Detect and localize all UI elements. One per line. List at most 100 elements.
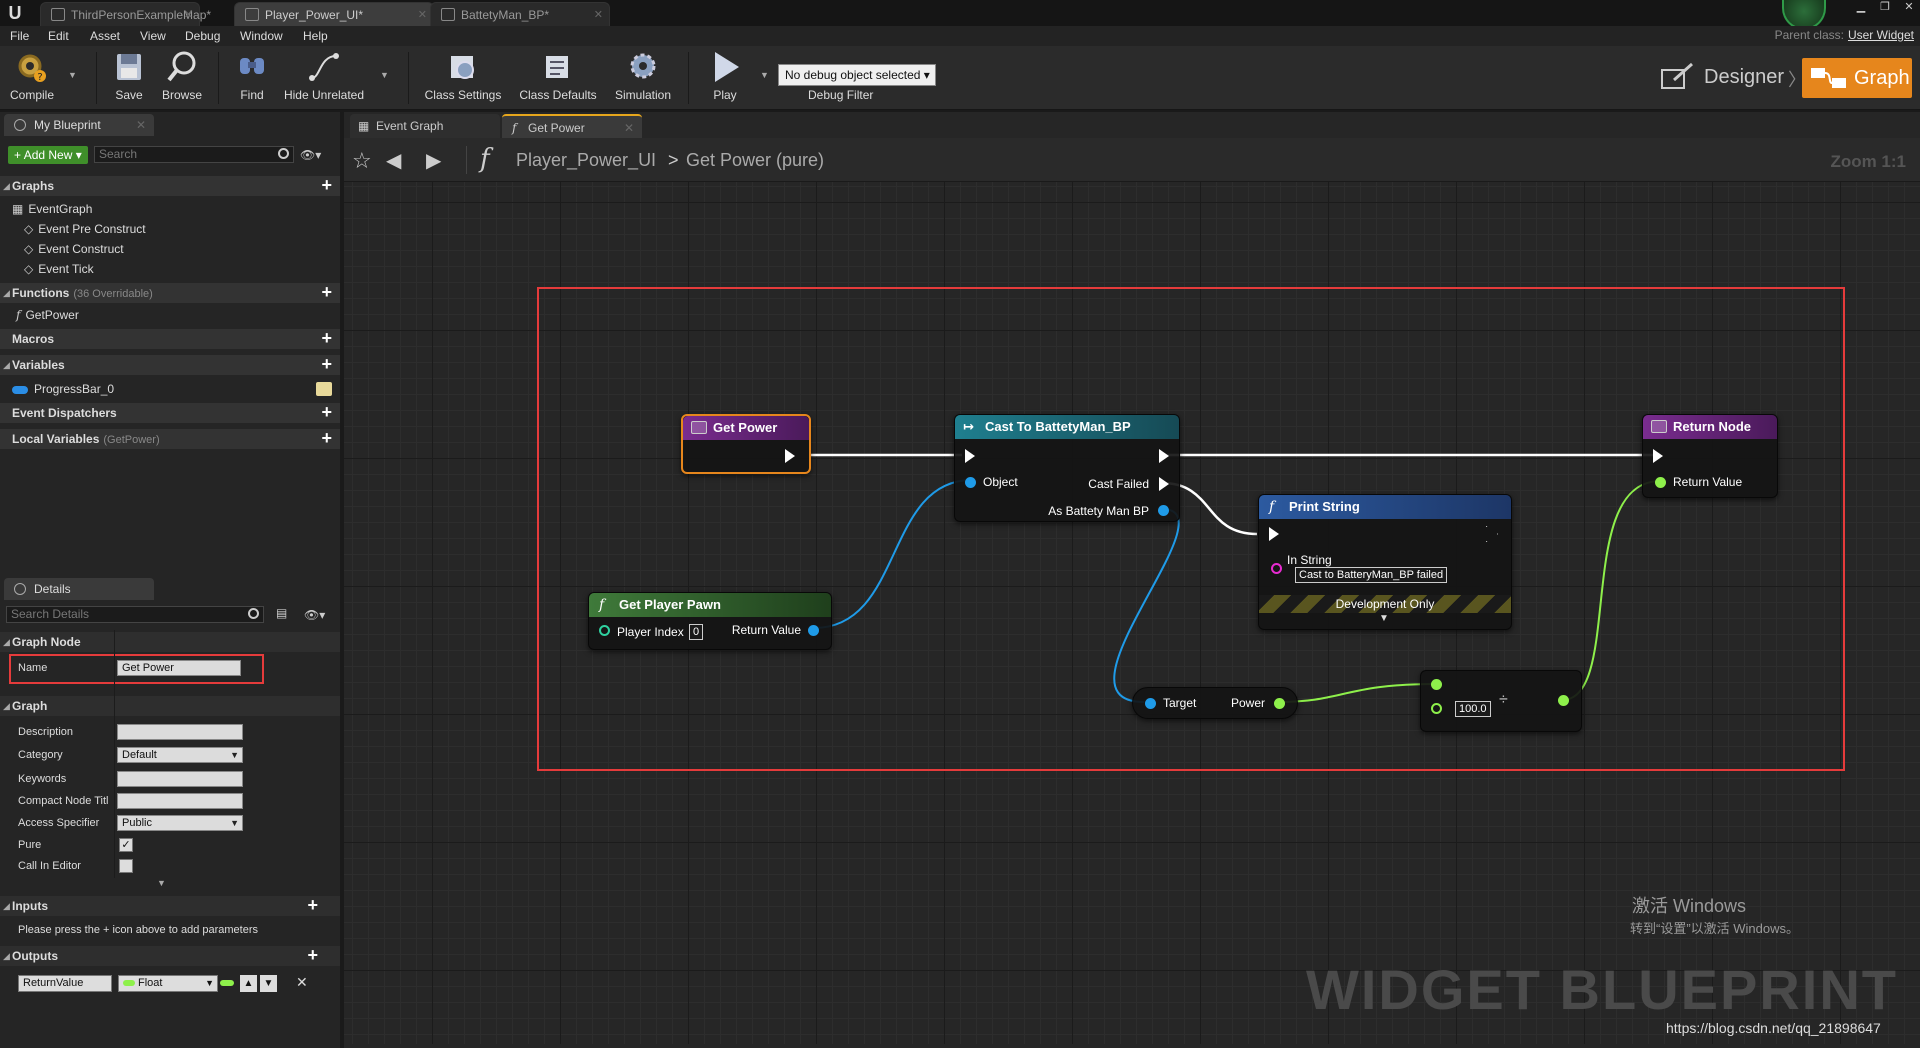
class-defaults-button[interactable]: Class Defaults (516, 50, 600, 106)
menu-edit[interactable]: Edit (48, 29, 69, 43)
view-options-icon[interactable]: 👁▾ (304, 608, 325, 622)
pure-checkbox[interactable]: ✓ (119, 838, 133, 852)
section-graph-node[interactable]: ◢ Graph Node (0, 632, 340, 652)
collapse-icon: ◢ (3, 951, 10, 961)
output-name-field[interactable]: ReturnValue (18, 975, 112, 992)
add-function-icon[interactable]: + (321, 283, 332, 301)
variable-visibility-icon[interactable] (316, 382, 332, 396)
section-macros[interactable]: Macros + (0, 329, 340, 349)
call-in-editor-row: Call In Editor (0, 856, 340, 876)
zoom-level: Zoom 1:1 (1830, 152, 1906, 171)
compact-title-field[interactable] (117, 793, 243, 809)
single-value-icon[interactable] (220, 980, 234, 986)
add-graph-icon[interactable]: + (321, 176, 332, 194)
details-search-input[interactable]: Search Details (6, 606, 264, 623)
doc-tab-player-power-ui[interactable]: Player_Power_UI* ✕ (234, 2, 434, 26)
section-graphs[interactable]: ◢ Graphs + (0, 176, 340, 196)
name-highlight (9, 654, 264, 684)
collapse-icon: ◢ (3, 288, 10, 298)
tree-item-eventgraph[interactable]: ▦ EventGraph (12, 202, 92, 216)
play-icon (715, 52, 739, 82)
menu-asset[interactable]: Asset (90, 29, 120, 43)
close-icon[interactable]: ✕ (624, 116, 634, 140)
output-type-select[interactable]: Float ▼ (118, 975, 218, 992)
debug-object-select[interactable]: No debug object selected ▾ (778, 64, 936, 86)
tab-event-graph[interactable]: ▦ Event Graph (350, 114, 500, 138)
class-settings-button[interactable]: Class Settings (422, 50, 504, 106)
menu-file[interactable]: File (10, 29, 29, 43)
move-down-button[interactable]: ▼ (260, 975, 277, 992)
event-icon: ◇ (24, 222, 34, 236)
add-variable-icon[interactable]: + (321, 355, 332, 373)
section-variables[interactable]: ◢ Variables + (0, 355, 340, 375)
keywords-field[interactable] (117, 771, 243, 787)
play-options-icon[interactable]: ▼ (760, 70, 769, 80)
tab-get-power[interactable]: f Get Power ✕ (502, 114, 642, 138)
doc-tab-battetyman-bp[interactable]: BattetyMan_BP* ✕ (430, 2, 610, 26)
hide-unrelated-options-icon[interactable]: ▼ (380, 70, 389, 80)
minimize-icon[interactable]: ▁ (1854, 0, 1868, 14)
designer-mode-button[interactable]: Designer (1660, 60, 1784, 94)
add-input-icon[interactable]: + (307, 896, 318, 914)
simulation-button[interactable]: Simulation (610, 50, 676, 106)
section-inputs[interactable]: ◢ Inputs + (0, 896, 340, 916)
add-macro-icon[interactable]: + (321, 329, 332, 347)
section-event-dispatchers[interactable]: Event Dispatchers + (0, 403, 340, 423)
parent-class-link[interactable]: User Widget (1848, 28, 1914, 42)
menu-help[interactable]: Help (303, 29, 328, 43)
tree-item-function[interactable]: f GetPower (16, 308, 79, 322)
add-local-variable-icon[interactable]: + (321, 429, 332, 447)
forward-arrow-icon[interactable]: ▶ (426, 148, 441, 173)
favorite-star-icon[interactable]: ☆ (352, 148, 372, 174)
access-specifier-select[interactable]: Public (117, 815, 243, 831)
close-window-icon[interactable]: ✕ (1902, 0, 1916, 14)
call-in-editor-checkbox[interactable] (119, 859, 133, 873)
tab-details[interactable]: Details (4, 578, 154, 600)
blueprint-search-input[interactable]: Search (94, 146, 294, 163)
section-outputs[interactable]: ◢ Outputs + (0, 946, 340, 966)
close-icon[interactable]: ✕ (418, 3, 427, 27)
description-field[interactable] (117, 724, 243, 740)
hide-unrelated-button[interactable]: Hide Unrelated (282, 50, 366, 106)
expand-advanced-icon[interactable]: ▼ (157, 878, 166, 888)
tree-item-event[interactable]: ◇ Event Tick (24, 262, 94, 276)
pure-row: Pure ✓ (0, 835, 340, 855)
breadcrumb-function[interactable]: Get Power (pure) (686, 150, 824, 171)
add-dispatcher-icon[interactable]: + (321, 403, 332, 421)
close-icon[interactable]: ✕ (594, 3, 603, 27)
remove-output-icon[interactable]: ✕ (296, 974, 308, 991)
play-button[interactable]: Play (700, 50, 750, 106)
property-matrix-icon[interactable]: ▤ (276, 606, 287, 620)
doc-tab-map[interactable]: ThirdPersonExampleMap* ✕ (40, 2, 211, 27)
breadcrumb-blueprint[interactable]: Player_Power_UI (516, 150, 656, 171)
divider (408, 52, 409, 104)
close-icon[interactable]: ✕ (136, 114, 146, 136)
tab-my-blueprint[interactable]: My Blueprint ✕ (4, 114, 154, 136)
maximize-icon[interactable]: ❐ (1878, 0, 1892, 14)
add-output-icon[interactable]: + (307, 946, 318, 964)
menu-view[interactable]: View (140, 29, 166, 43)
menu-window[interactable]: Window (240, 29, 283, 43)
graph-icon: ▦ (358, 119, 370, 133)
view-options-icon[interactable]: 👁▾ (300, 148, 321, 162)
tree-item-event[interactable]: ◇ Event Pre Construct (24, 222, 146, 236)
graph-mode-button[interactable]: Graph (1802, 58, 1912, 98)
close-icon[interactable]: ✕ (184, 3, 193, 27)
collapse-icon: ◢ (3, 360, 10, 370)
move-up-button[interactable]: ▲ (240, 975, 257, 992)
menu-debug[interactable]: Debug (185, 29, 220, 43)
add-new-button[interactable]: + Add New ▾ (8, 146, 88, 164)
section-graph[interactable]: ◢ Graph (0, 696, 340, 716)
section-local-variables[interactable]: Local Variables (GetPower) + (0, 429, 340, 449)
section-functions[interactable]: ◢ Functions (36 Overridable) + (0, 283, 340, 303)
find-button[interactable]: Find (232, 50, 272, 106)
browse-button[interactable]: Browse (158, 50, 206, 106)
tree-item-event[interactable]: ◇ Event Construct (24, 242, 124, 256)
category-select[interactable]: Default (117, 747, 243, 763)
compile-options-icon[interactable]: ▼ (68, 70, 77, 80)
svg-text:?: ? (37, 72, 42, 83)
tree-item-variable[interactable]: ProgressBar_0 (12, 382, 114, 396)
back-arrow-icon[interactable]: ◀ (386, 148, 401, 173)
save-button[interactable]: Save (108, 50, 150, 106)
compile-button[interactable]: ? Compile (6, 50, 58, 106)
